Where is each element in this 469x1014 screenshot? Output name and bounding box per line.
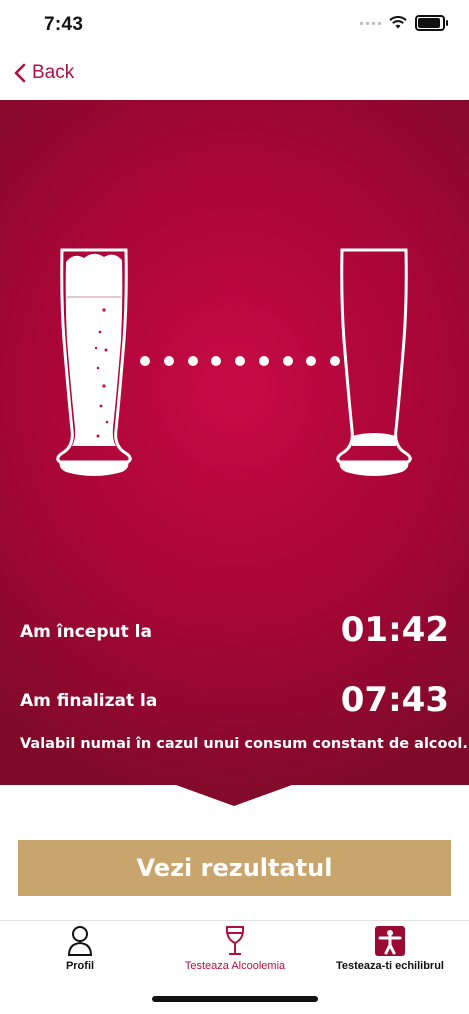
back-label: Back <box>32 62 75 83</box>
panel-pointer <box>176 785 292 806</box>
wine-glass-icon <box>225 926 245 955</box>
home-indicator <box>152 996 318 1002</box>
person-icon <box>67 926 93 956</box>
progress-dots <box>140 354 340 368</box>
tab-profil[interactable]: Profil <box>40 921 120 981</box>
balance-icon <box>375 926 405 956</box>
tab-testeaza-echilibrul[interactable]: Testeaza-ti echilibrul <box>320 921 460 981</box>
view-result-button[interactable]: Vezi rezultatul <box>18 840 451 896</box>
full-beer-glass-icon <box>56 248 132 476</box>
disclaimer-text: Valabil numai în cazul unui consum const… <box>20 736 468 752</box>
start-label: Am început la <box>20 622 152 642</box>
signal-icon <box>360 21 381 25</box>
tab-bar: Profil Testeaza Alcoolemia Testeaza-ti e… <box>0 920 469 991</box>
tab-testeaza-alcoolemia[interactable]: Testeaza Alcoolemia <box>160 921 310 981</box>
start-time: 01:42 <box>340 610 449 650</box>
tab-testeaza-echilibrul-label: Testeaza-ti echilibrul <box>336 960 444 972</box>
battery-icon <box>415 15 448 31</box>
tab-profil-label: Profil <box>65 960 95 972</box>
status-bar: 7:43 <box>0 0 469 50</box>
empty-beer-glass-icon <box>336 248 412 476</box>
timer-panel: Am început la 01:42 Am finalizat la 07:4… <box>0 100 469 785</box>
back-button[interactable]: Back <box>14 62 74 84</box>
chevron-left-icon <box>14 63 26 83</box>
end-time: 07:43 <box>340 680 449 720</box>
end-label: Am finalizat la <box>20 691 158 711</box>
tab-testeaza-alcoolemia-label: Testeaza Alcoolemia <box>184 960 286 972</box>
wifi-icon <box>389 16 407 29</box>
status-icons <box>360 15 448 31</box>
status-time: 7:43 <box>44 14 84 35</box>
navigation-bar: Back <box>0 50 469 100</box>
